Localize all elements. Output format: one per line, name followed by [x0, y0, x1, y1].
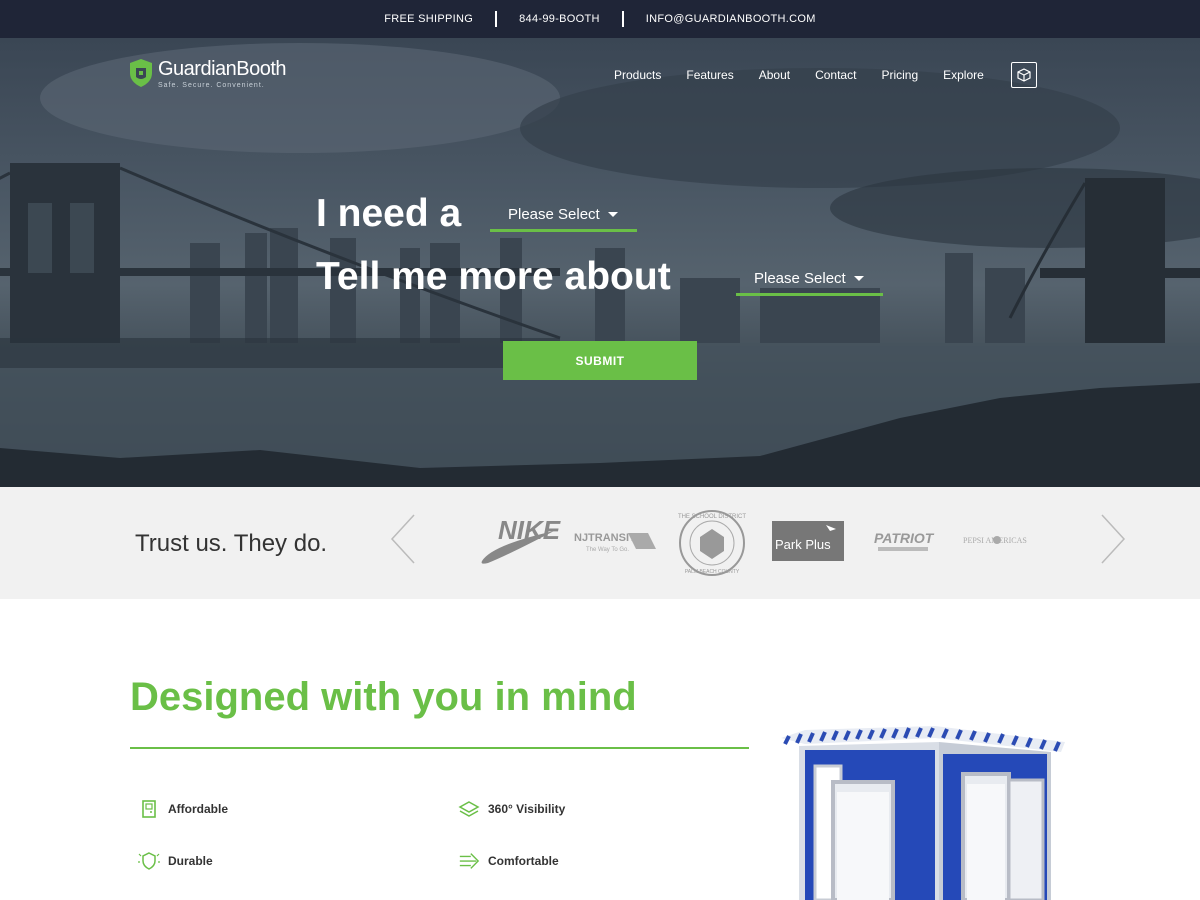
chevron-right-icon[interactable] [1100, 513, 1126, 565]
need-select-value: Please Select [508, 206, 600, 223]
nav-about[interactable]: About [759, 68, 790, 82]
feature-label: Affordable [168, 802, 228, 816]
brand-logo[interactable]: GuardianBooth Safe. Secure. Convenient. [128, 58, 287, 89]
submit-button[interactable]: SUBMIT [503, 341, 697, 380]
hero-line-need: I need a [316, 192, 462, 235]
brand-name: GuardianBooth [158, 58, 287, 80]
feature-label: Durable [168, 854, 213, 868]
brand-tagline: Safe. Secure. Convenient. [158, 82, 265, 89]
feature-visibility: 360° Visibility [458, 798, 565, 820]
client-logos-carousel: NIKE NJTRANSIT The Way To Go. THE SCHOOL… [481, 510, 1027, 576]
feature-affordable: Affordable [138, 798, 228, 820]
caret-down-icon [853, 276, 864, 281]
nav-explore[interactable]: Explore [943, 68, 984, 82]
svg-text:THE SCHOOL DISTRICT: THE SCHOOL DISTRICT [678, 514, 746, 520]
pepsi-americas-logo: PEPSI AMERICAS [963, 536, 1027, 545]
door-icon [138, 798, 160, 820]
chevron-left-icon[interactable] [390, 513, 416, 565]
layers-icon [458, 798, 480, 820]
svg-text:PALM BEACH COUNTY: PALM BEACH COUNTY [685, 569, 740, 575]
svg-text:Park Plus: Park Plus [775, 537, 831, 552]
free-shipping-text: FREE SHIPPING [384, 13, 474, 25]
hero-section: GuardianBooth Safe. Secure. Convenient. … [0, 38, 1200, 487]
airflow-icon [458, 850, 480, 872]
caret-down-icon [607, 212, 618, 217]
njtransit-logo: NJTRANSIT The Way To Go. [574, 532, 656, 553]
trust-title: Trust us. They do. [135, 530, 328, 557]
features-divider [130, 747, 749, 749]
shield-gear-icon [138, 850, 160, 872]
guard-booth-image [781, 726, 1065, 900]
school-district-seal: THE SCHOOL DISTRICT PALM BEACH COUNTY [678, 510, 746, 576]
nike-logo: NIKE [481, 515, 561, 564]
cube-icon[interactable] [1010, 62, 1037, 88]
nav-pricing[interactable]: Pricing [881, 68, 918, 82]
feature-durable: Durable [138, 850, 213, 872]
shield-logo-icon [130, 59, 152, 87]
svg-text:NJTRANSIT: NJTRANSIT [574, 532, 636, 544]
topic-select-value: Please Select [754, 270, 846, 287]
feature-label: Comfortable [488, 854, 559, 868]
top-contact-bar: FREE SHIPPING 844-99-BOOTH INFO@GUARDIAN… [0, 0, 1200, 38]
phone-link[interactable]: 844-99-BOOTH [497, 13, 622, 25]
park-plus-logo: Park Plus [772, 521, 844, 561]
nav-contact[interactable]: Contact [815, 68, 856, 82]
topic-select-dropdown[interactable]: Please Select [736, 270, 883, 296]
email-link[interactable]: INFO@GUARDIANBOOTH.COM [624, 13, 838, 25]
svg-text:PATRIOT: PATRIOT [874, 530, 935, 546]
patriot-logo: PATRIOT [874, 530, 935, 551]
main-nav: Products Features About Contact Pricing … [614, 62, 1037, 88]
hero-line-more: Tell me more about [316, 255, 671, 298]
svg-text:The Way To Go.: The Way To Go. [586, 547, 629, 553]
feature-label: 360° Visibility [488, 802, 566, 816]
need-select-dropdown[interactable]: Please Select [490, 206, 637, 232]
feature-comfortable: Comfortable [458, 850, 559, 872]
nav-features[interactable]: Features [686, 68, 733, 82]
nav-products[interactable]: Products [614, 68, 661, 82]
features-title: Designed with you in mind [130, 675, 637, 719]
trust-section: Trust us. They do. NIKE NJTRANSIT The Wa… [0, 487, 1200, 599]
